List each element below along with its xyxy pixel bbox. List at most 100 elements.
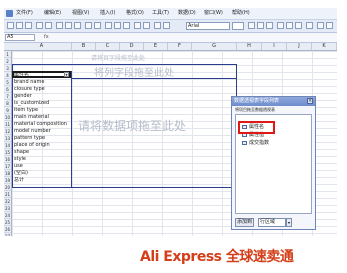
column-header[interactable]: B [72, 43, 96, 50]
preview-icon[interactable] [45, 22, 52, 29]
column-header[interactable]: D [120, 43, 144, 50]
row-header[interactable]: 13 [4, 135, 11, 142]
row-header[interactable]: 2 [4, 58, 11, 65]
drawing-icon[interactable] [143, 22, 150, 29]
column-header[interactable]: J [287, 43, 312, 50]
underline-icon[interactable] [266, 22, 273, 29]
align-right-icon[interactable] [295, 22, 302, 29]
open-icon[interactable] [16, 22, 23, 29]
row-header[interactable]: 17 [4, 163, 11, 170]
row-header[interactable]: 9 [4, 107, 11, 114]
row-header[interactable]: 1 [4, 51, 11, 58]
print-icon[interactable] [36, 22, 43, 29]
menu-data[interactable]: 数据(D) [178, 9, 196, 18]
chevron-down-icon[interactable]: ▾ [286, 218, 292, 227]
pivot-row-item[interactable]: model number [12, 128, 72, 135]
name-box[interactable]: A5 [5, 34, 35, 41]
italic-icon[interactable] [257, 22, 264, 29]
row-header[interactable]: 14 [4, 142, 11, 149]
pivot-row-item[interactable]: shape [12, 149, 72, 156]
paste-icon[interactable] [74, 22, 81, 29]
row-header[interactable]: 8 [4, 100, 11, 107]
fx-icon[interactable]: fx [44, 33, 49, 42]
menu-edit[interactable]: 编辑(E) [44, 9, 61, 18]
pivot-row-item[interactable]: material composition [12, 121, 72, 128]
save-icon[interactable] [25, 22, 32, 29]
menu-window[interactable]: 窗口(W) [204, 9, 223, 18]
align-center-icon[interactable] [286, 22, 293, 29]
help-icon[interactable] [163, 22, 170, 29]
row-header[interactable]: 4 [4, 72, 11, 79]
row-header[interactable]: 25 [4, 219, 11, 226]
add-to-button[interactable]: 添加到 [235, 218, 254, 227]
column-header[interactable]: F [168, 43, 192, 50]
align-left-icon[interactable] [277, 22, 284, 29]
row-header[interactable]: 22 [4, 198, 11, 205]
redo-icon[interactable] [94, 22, 101, 29]
row-header[interactable]: 6 [4, 86, 11, 93]
menu-help[interactable]: 帮助(H) [232, 9, 250, 18]
chart-icon[interactable] [134, 22, 141, 29]
row-header[interactable]: 20 [4, 184, 11, 191]
sort-desc-icon[interactable] [123, 22, 130, 29]
row-header[interactable]: 12 [4, 128, 11, 135]
row-header[interactable]: 11 [4, 121, 11, 128]
merge-icon[interactable] [306, 22, 313, 29]
pivot-grand-total[interactable]: 总计 [12, 177, 72, 184]
pivot-row-item[interactable]: (空白) [12, 170, 72, 177]
pivot-row-item[interactable]: use [12, 163, 72, 170]
font-size-select[interactable] [232, 22, 244, 30]
pivot-row-item[interactable]: pattern type [12, 135, 72, 142]
row-header[interactable]: 19 [4, 177, 11, 184]
row-header[interactable]: 21 [4, 191, 11, 198]
row-header[interactable]: 24 [4, 212, 11, 219]
close-icon[interactable]: × [307, 98, 313, 104]
target-area-select[interactable]: 行区域 [258, 218, 286, 227]
bold-icon[interactable] [248, 22, 255, 29]
row-header[interactable]: 10 [4, 114, 11, 121]
menu-view[interactable]: 视图(V) [72, 9, 89, 18]
field-list-titlebar[interactable]: 数据透视表字段列表 × [232, 97, 315, 106]
new-icon[interactable] [7, 22, 14, 29]
pivot-row-item[interactable]: style [12, 156, 72, 163]
zoom-icon[interactable] [154, 22, 161, 29]
row-header[interactable]: 16 [4, 156, 11, 163]
pivot-row-item[interactable]: is_customized [12, 100, 72, 107]
sort-asc-icon[interactable] [114, 22, 121, 29]
pivot-row-item[interactable]: item type [12, 107, 72, 114]
cut-icon[interactable] [56, 22, 63, 29]
pivot-row-item[interactable]: brand name [12, 79, 72, 86]
column-header[interactable]: K [312, 43, 337, 50]
row-header[interactable]: 15 [4, 149, 11, 156]
column-header[interactable]: I [262, 43, 287, 50]
copy-icon[interactable] [65, 22, 72, 29]
font-color-icon[interactable] [326, 22, 333, 29]
column-header[interactable]: C [96, 43, 120, 50]
row-header[interactable]: 23 [4, 205, 11, 212]
row-header[interactable]: 26 [4, 226, 11, 233]
row-header[interactable]: 3 [4, 65, 11, 72]
menu-tools[interactable]: 工具(T) [152, 9, 169, 18]
pivot-row-item[interactable]: place of origin [12, 142, 72, 149]
page-field-drop-zone[interactable]: 请将页字段拖至此处 [71, 51, 237, 64]
undo-icon[interactable] [85, 22, 92, 29]
row-header[interactable]: 18 [4, 170, 11, 177]
field-dropdown-icon[interactable]: ▾ [64, 72, 69, 77]
menu-file[interactable]: 文件(F) [16, 9, 33, 18]
column-header[interactable]: G [192, 43, 237, 50]
column-header[interactable]: A [12, 43, 72, 50]
menu-insert[interactable]: 插入(I) [100, 9, 115, 18]
row-header[interactable]: 7 [4, 93, 11, 100]
column-header[interactable]: H [237, 43, 262, 50]
pivot-row-item[interactable]: main material [12, 114, 72, 121]
formula-bar: A5 fx [4, 33, 337, 43]
fill-color-icon[interactable] [317, 22, 324, 29]
pivot-row-item[interactable]: closure type [12, 86, 72, 93]
row-header[interactable]: 5 [4, 79, 11, 86]
sum-icon[interactable] [105, 22, 112, 29]
menu-format[interactable]: 格式(O) [126, 9, 144, 18]
row-header[interactable]: 27 [4, 233, 11, 236]
pivot-row-item[interactable]: gender [12, 93, 72, 100]
font-name-select[interactable]: Arial [186, 22, 230, 30]
column-header[interactable]: E [144, 43, 168, 50]
